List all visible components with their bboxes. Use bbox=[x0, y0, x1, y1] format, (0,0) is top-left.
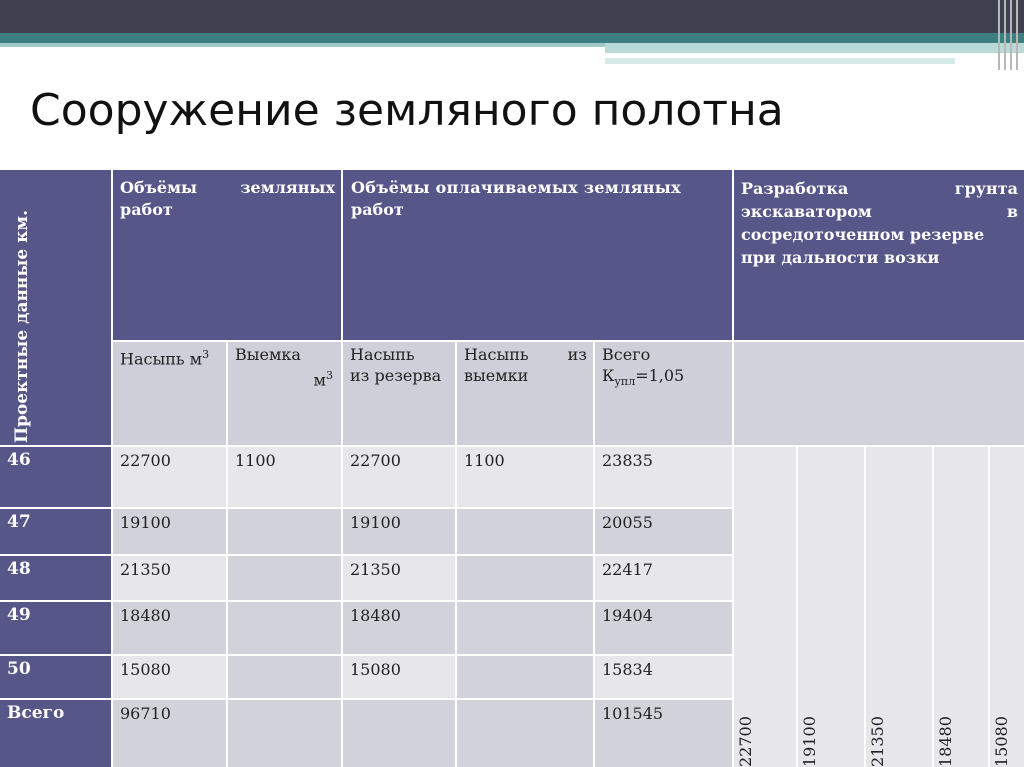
cell-fill: 21350 bbox=[113, 556, 226, 600]
cell-fill-cut bbox=[457, 700, 593, 767]
top-light-bar-left bbox=[0, 43, 605, 47]
subheader-text: =1,05 bbox=[635, 366, 685, 385]
cell-fill: 22700 bbox=[113, 447, 226, 507]
subheader-excavation-blank bbox=[734, 342, 1024, 445]
cell-total: 23835 bbox=[595, 447, 732, 507]
row-label: 48 bbox=[0, 556, 111, 600]
superscript: 3 bbox=[326, 369, 333, 382]
top-dark-bar bbox=[0, 0, 1024, 33]
row-label: 46 bbox=[0, 447, 111, 507]
cell-total: 22417 bbox=[595, 556, 732, 600]
cell-cut bbox=[228, 602, 341, 654]
excavation-value: 21350 bbox=[868, 716, 887, 767]
subheader-fill-reserve: Насыпь из резерва bbox=[343, 342, 455, 445]
header-line: Объёмы оплачиваемых земляных bbox=[351, 178, 681, 197]
cell-fill-cut bbox=[457, 509, 593, 554]
cell-fill-cut bbox=[457, 656, 593, 698]
header-line: работ bbox=[351, 200, 404, 219]
cell-fill: 18480 bbox=[113, 602, 226, 654]
excavation-value: 22700 bbox=[736, 716, 755, 767]
subheader-text: из bbox=[567, 345, 587, 364]
top-pale-bar bbox=[605, 58, 955, 64]
subheader-text: м bbox=[313, 370, 326, 390]
header-word: экскаватором bbox=[741, 202, 872, 221]
subheader-text: Насыпь bbox=[464, 345, 529, 364]
subscript: упл bbox=[614, 375, 636, 389]
cell-fill-cut bbox=[457, 556, 593, 600]
subheader-text: Всего bbox=[602, 345, 651, 364]
header-word: грунта bbox=[954, 179, 1018, 198]
cell-total: 20055 bbox=[595, 509, 732, 554]
cell-fill-cut bbox=[457, 602, 593, 654]
header-word: земляных bbox=[240, 178, 335, 197]
cell-fill-reserve bbox=[343, 700, 455, 767]
subheader-text: К bbox=[602, 366, 615, 385]
cell-fill-cut: 1100 bbox=[457, 447, 593, 507]
row-label: 49 bbox=[0, 602, 111, 654]
subheader-fill-cut: Насыпь из выемки bbox=[457, 342, 593, 445]
cell-cut bbox=[228, 556, 341, 600]
subheader-cut: Выемка м3 bbox=[228, 342, 341, 445]
row-label: 50 bbox=[0, 656, 111, 698]
subheader-text: Насыпь bbox=[350, 345, 415, 364]
top-light-bar-right bbox=[605, 43, 1024, 53]
corner-decoration bbox=[994, 0, 1024, 70]
cell-fill-reserve: 19100 bbox=[343, 509, 455, 554]
header-word: в bbox=[1006, 202, 1018, 221]
cell-fill-reserve: 18480 bbox=[343, 602, 455, 654]
cell-fill-reserve: 15080 bbox=[343, 656, 455, 698]
cell-fill: 19100 bbox=[113, 509, 226, 554]
row-label: 47 bbox=[0, 509, 111, 554]
cell-cut bbox=[228, 509, 341, 554]
cell-total: 19404 bbox=[595, 602, 732, 654]
subheader-text: выемки bbox=[464, 366, 529, 385]
header-line: при дальности возки bbox=[741, 248, 940, 267]
slide-title: Сооружение земляного полотна bbox=[30, 85, 784, 136]
cell-total: 15834 bbox=[595, 656, 732, 698]
cell-cut bbox=[228, 656, 341, 698]
excavation-value: 19100 bbox=[800, 716, 819, 767]
cell-fill-reserve: 21350 bbox=[343, 556, 455, 600]
header-word: Разработка bbox=[741, 179, 849, 198]
row-label: Всего bbox=[0, 700, 111, 767]
cell-fill-reserve: 22700 bbox=[343, 447, 455, 507]
top-teal-bar bbox=[0, 33, 1024, 43]
cell-cut: 1100 bbox=[228, 447, 341, 507]
cell-fill: 96710 bbox=[113, 700, 226, 767]
header-word: Объёмы bbox=[120, 178, 197, 197]
header-volumes-earthwork: Объёмы земляных работ bbox=[113, 170, 341, 340]
subheader-text: из резерва bbox=[350, 366, 442, 385]
header-paid-volumes: Объёмы оплачиваемых земляных работ bbox=[343, 170, 732, 340]
subheader-text: Выемка bbox=[235, 345, 301, 364]
row-header-label: Проектные данные км. bbox=[12, 209, 32, 443]
excavation-value: 15080 bbox=[992, 716, 1011, 767]
header-word: работ bbox=[120, 200, 173, 219]
superscript: 3 bbox=[202, 348, 210, 361]
header-line: сосредоточенном резерве bbox=[741, 225, 985, 244]
header-excavation: Разработка грунта экскаватором в сосредото… bbox=[734, 170, 1024, 340]
excavation-value: 18480 bbox=[936, 716, 955, 767]
subheader-total: Всего Купл=1,05 bbox=[595, 342, 732, 445]
cell-fill: 15080 bbox=[113, 656, 226, 698]
cell-cut bbox=[228, 700, 341, 767]
subheader-text: Насыпь м bbox=[120, 349, 203, 369]
subheader-fill: Насыпь м3 bbox=[113, 342, 226, 445]
cell-total: 101545 bbox=[595, 700, 732, 767]
